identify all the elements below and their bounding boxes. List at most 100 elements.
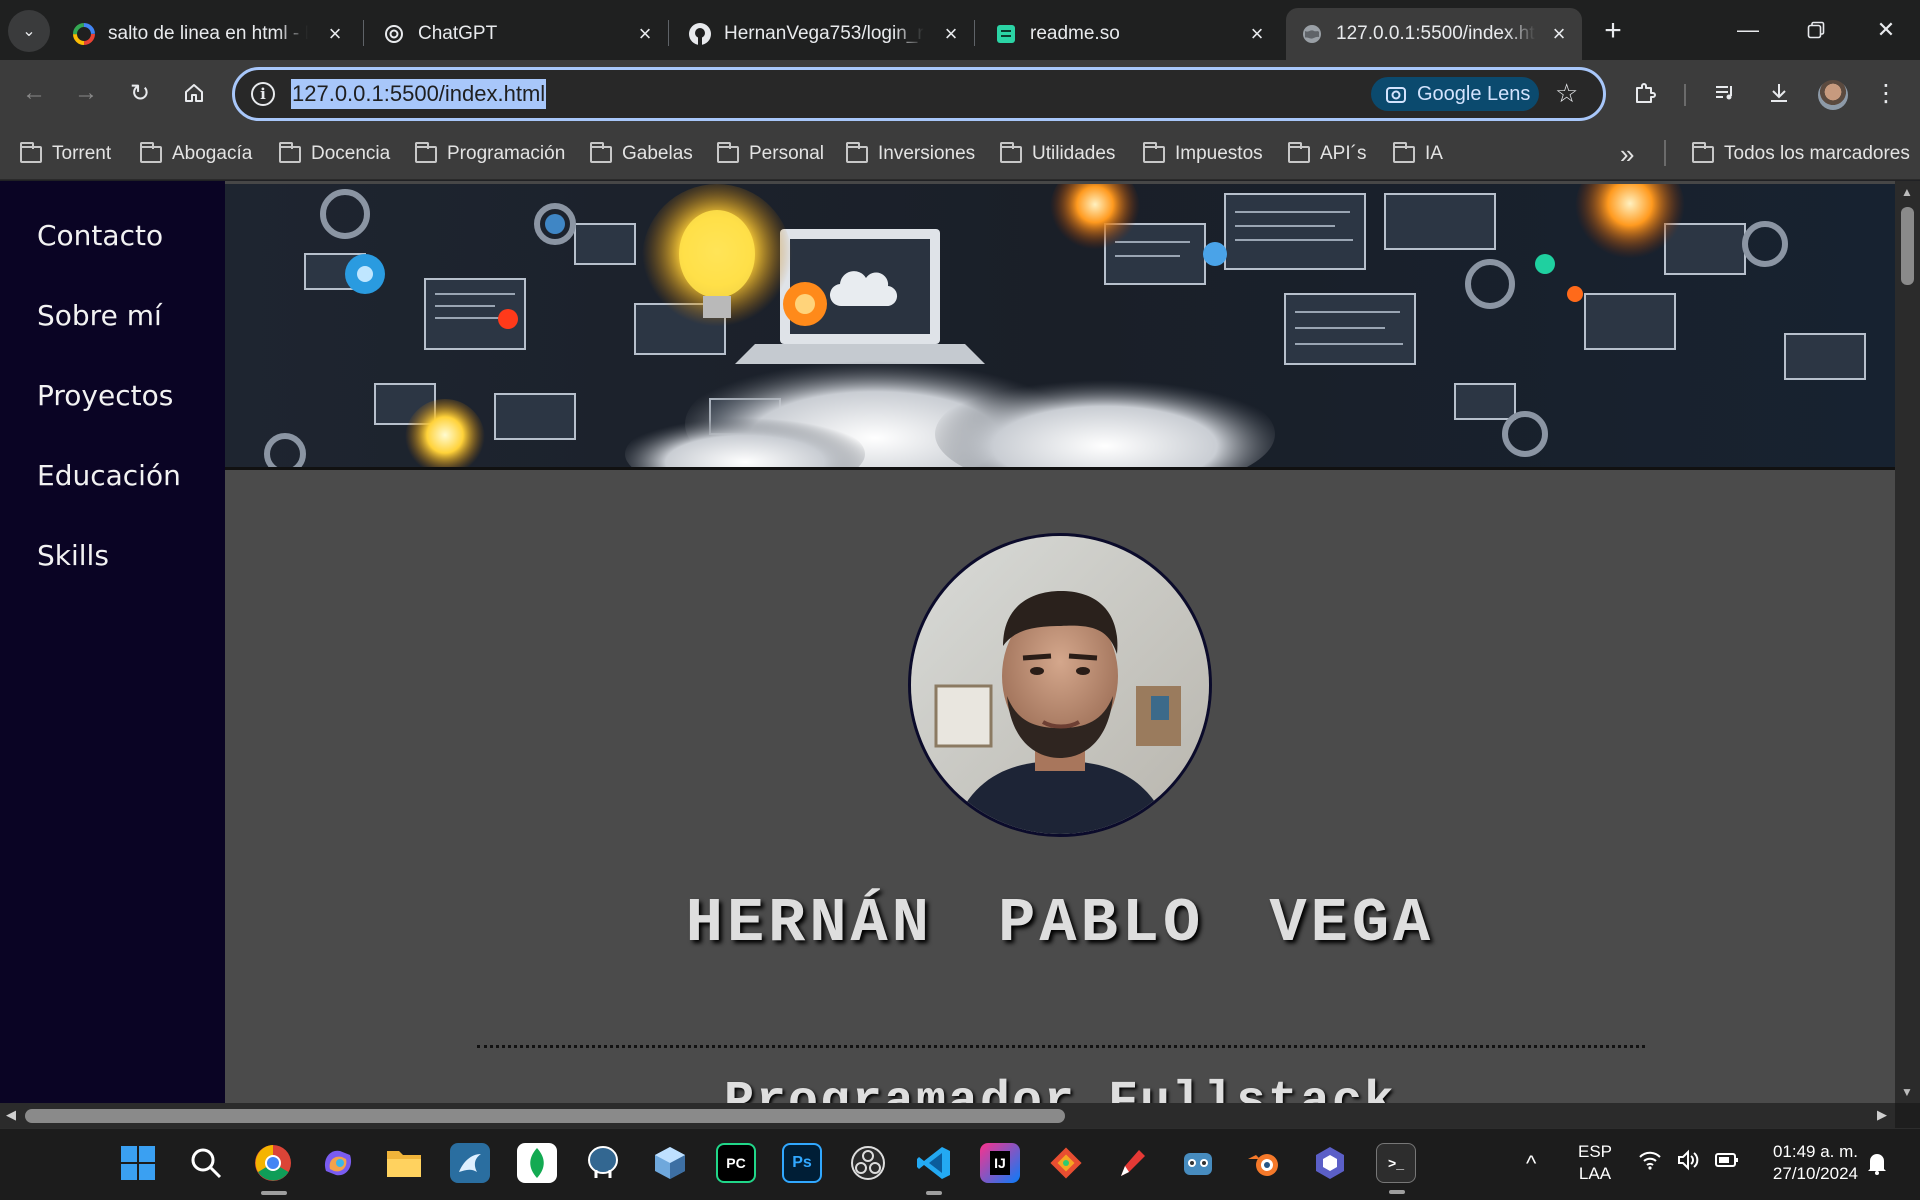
mysql-workbench-taskbar-button[interactable] [450,1143,490,1183]
scroll-left-icon[interactable]: ◀ [6,1107,16,1123]
back-button[interactable]: ← [14,73,54,113]
close-tab-icon[interactable]: × [1244,21,1270,47]
bookmark-label: Impuestos [1175,143,1263,164]
notifications-button[interactable] [1866,1151,1888,1181]
bookmark-folder[interactable]: IA [1393,138,1443,170]
tab-localhost[interactable]: 127.0.0.1:5500/index.htm × [1286,8,1582,60]
language-indicator[interactable]: ESP LAA [1570,1141,1620,1185]
close-window-button[interactable]: ✕ [1858,8,1914,52]
scroll-down-icon[interactable]: ▼ [1901,1085,1913,1099]
all-bookmarks-folder[interactable]: Todos los marcadores [1692,138,1910,170]
mongodb-compass-taskbar-button[interactable] [517,1143,557,1183]
terminal-taskbar-button[interactable]: >_ [1376,1143,1416,1194]
chatgpt-icon [382,22,406,46]
cube-icon [655,1147,685,1179]
minimize-button[interactable]: — [1720,8,1776,52]
tab-search-button[interactable]: ⌄ [8,10,50,52]
close-tab-icon[interactable]: × [938,21,964,47]
downloads-button[interactable] [1759,73,1799,113]
vertical-scrollbar[interactable]: ▲ ▼ [1895,181,1920,1103]
new-tab-button[interactable]: + [1594,12,1632,50]
bookmark-star-icon[interactable]: ☆ [1555,78,1578,109]
reload-button[interactable]: ↻ [120,73,160,113]
folder-icon [846,141,868,163]
restore-button[interactable] [1788,8,1844,52]
dolphin-icon [459,1154,481,1172]
horizontal-scrollbar[interactable]: ◀ ▶ [0,1103,1895,1128]
bookmark-folder[interactable]: API´s [1288,138,1366,170]
bookmark-folder[interactable]: Inversiones [846,138,975,170]
media-controls-button[interactable] [1705,73,1745,113]
close-tab-icon[interactable]: × [322,21,348,47]
bookmark-label: Gabelas [622,143,693,164]
address-url[interactable]: 127.0.0.1:5500/index.html [291,79,547,109]
bookmark-folder[interactable]: Gabelas [590,138,693,170]
google-icon [72,22,96,46]
bookmark-folder[interactable]: Impuestos [1143,138,1263,170]
tab-github[interactable]: HernanVega753/login_re × [674,8,974,60]
search-button[interactable] [186,1143,226,1183]
google-lens-button[interactable]: Google Lens [1371,77,1539,111]
godot-taskbar-button[interactable] [1178,1143,1218,1183]
copilot-taskbar-button[interactable] [318,1143,358,1183]
terminal-icon: >_ [1388,1155,1404,1171]
chrome-taskbar-button[interactable] [253,1143,293,1195]
pgadmin-taskbar-button[interactable] [583,1143,623,1183]
folder-icon [590,141,612,163]
folder-icon [1288,141,1310,163]
nav-link-skills[interactable]: Skills [37,539,109,572]
close-tab-icon[interactable]: × [632,21,658,47]
vscode-icon [917,1147,950,1179]
photoshop-taskbar-button[interactable]: Ps [782,1143,822,1183]
vscode-taskbar-button[interactable] [914,1143,954,1195]
download-icon [1771,84,1787,102]
obs-taskbar-button[interactable] [848,1143,888,1183]
profile-avatar[interactable] [1818,80,1848,110]
tab-chatgpt[interactable]: ChatGPT × [368,8,668,60]
battery-icon [1715,1153,1738,1167]
start-button[interactable] [118,1143,158,1183]
nav-link-contacto[interactable]: Contacto [37,219,163,252]
vertical-scroll-thumb[interactable] [1901,207,1914,285]
site-info-icon[interactable]: i [251,82,275,106]
cube-app-taskbar-button[interactable] [650,1143,690,1183]
horizontal-scroll-thumb[interactable] [25,1109,1065,1123]
visual-studio-taskbar-button[interactable] [1310,1143,1350,1183]
nav-link-proyectos[interactable]: Proyectos [37,379,173,412]
folder-icon [1692,141,1714,163]
leaf-icon [530,1148,544,1178]
extensions-button[interactable] [1625,73,1665,113]
tab-google-search[interactable]: salto de linea en html - B × [58,8,358,60]
pen-icon [1121,1150,1145,1176]
nav-link-educacion[interactable]: Educación [37,459,181,492]
intellij-taskbar-button[interactable]: IJ [980,1143,1020,1183]
forward-button[interactable]: → [66,73,106,113]
address-bar[interactable]: i 127.0.0.1:5500/index.html Google Lens … [232,67,1606,121]
close-tab-icon[interactable]: × [1546,21,1572,47]
header-banner-image [225,184,1895,470]
system-tray[interactable] [1638,1149,1740,1171]
bookmark-folder[interactable]: Utilidades [1000,138,1115,170]
bookmark-folder[interactable]: Torrent [20,138,111,170]
nav-link-sobre-mi[interactable]: Sobre mí [37,299,162,332]
blender-taskbar-button[interactable] [1244,1143,1284,1183]
clock[interactable]: 01:49 a. m. 27/10/2024 [1758,1141,1858,1185]
file-explorer-taskbar-button[interactable] [384,1143,424,1183]
home-button[interactable] [174,73,214,113]
git-app-taskbar-button[interactable] [1046,1143,1086,1183]
bookmark-folder[interactable]: Abogacía [140,138,252,170]
bookmark-folder[interactable]: Programación [415,138,565,170]
folder-icon [279,141,301,163]
show-hidden-icons-button[interactable]: ^ [1526,1153,1536,1175]
pycharm-taskbar-button[interactable]: PC [716,1143,756,1183]
tab-readme[interactable]: readme.so × [980,8,1280,60]
chevron-down-icon: ⌄ [22,23,36,40]
writing-app-taskbar-button[interactable] [1112,1143,1152,1183]
browser-menu-button[interactable]: ⋮ [1866,73,1906,113]
scroll-up-icon[interactable]: ▲ [1901,185,1913,199]
double-chevron-right-icon: » [1620,138,1635,169]
bookmark-folder[interactable]: Personal [717,138,824,170]
bookmark-folder[interactable]: Docencia [279,138,390,170]
more-bookmarks-button[interactable]: » [1620,138,1634,170]
scroll-right-icon[interactable]: ▶ [1877,1107,1887,1123]
